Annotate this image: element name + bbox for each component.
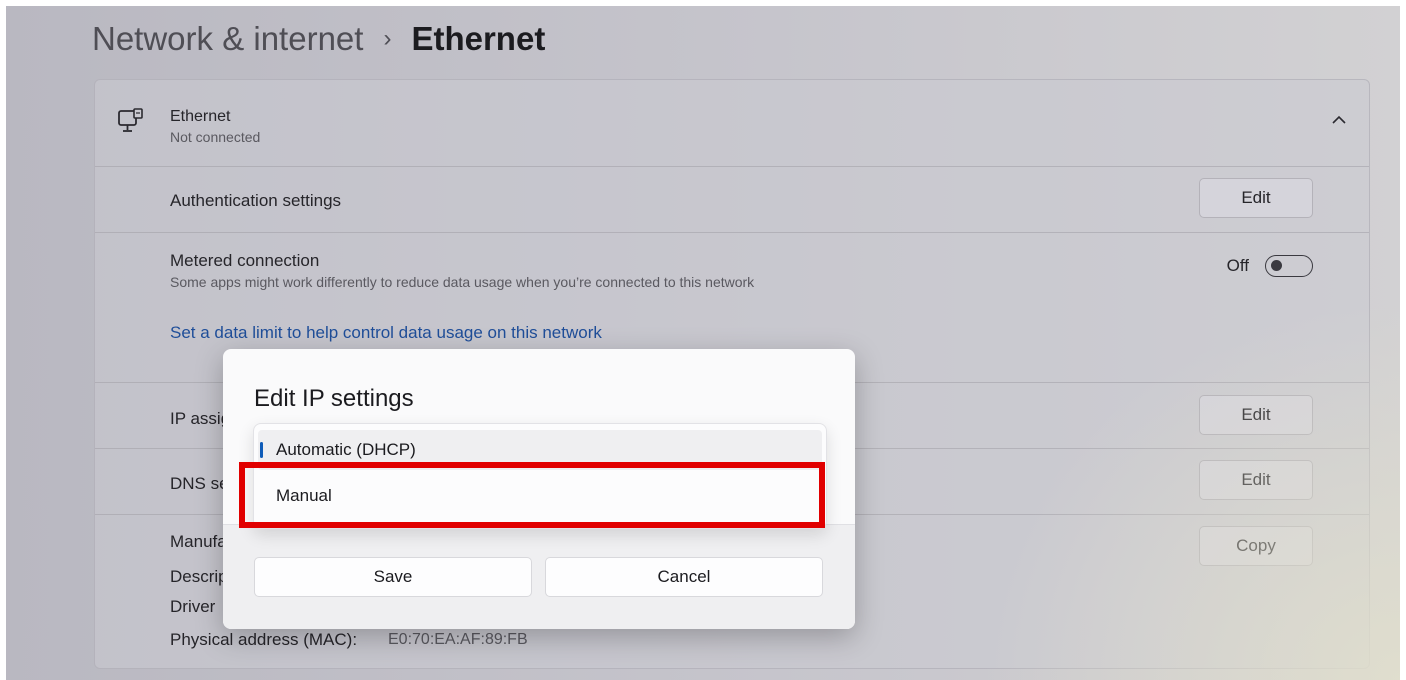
breadcrumb-separator: › [383,25,392,52]
ethernet-title: Ethernet [170,108,231,125]
selected-indicator [260,442,263,458]
dns-label: DNS se [170,474,229,493]
mac-value: E0:70:EA:AF:89:FB [388,631,528,648]
driver-version-label: Driver [170,597,216,616]
data-limit-link[interactable]: Set a data limit to help control data us… [170,323,602,343]
dns-edit-button[interactable]: Edit [1199,460,1313,500]
ethernet-header[interactable]: Ethernet Not connected [95,80,1369,166]
chevron-up-icon[interactable] [1329,110,1349,130]
metered-toggle-state: Off [1226,256,1249,275]
ethernet-icon [118,108,143,132]
metered-toggle-group: Off [1227,255,1313,277]
edit-ip-dialog: Edit IP settings Automatic (DHCP) Manual… [223,349,855,629]
ip-mode-dropdown[interactable]: Automatic (DHCP) Manual [253,423,827,529]
auth-settings-label: Authentication settings [170,191,342,210]
option-automatic-dhcp[interactable]: Automatic (DHCP) [258,430,822,470]
breadcrumb: Network & internet › Ethernet [92,14,545,64]
breadcrumb-parent[interactable]: Network & internet [92,20,363,58]
metered-toggle[interactable] [1265,255,1313,277]
save-button[interactable]: Save [254,557,532,597]
ip-edit-button[interactable]: Edit [1199,395,1313,435]
page-title: Ethernet [411,20,546,57]
manufacturer-label: Manufa [170,532,227,551]
copy-button[interactable]: Copy [1199,526,1313,566]
metered-label: Metered connection [170,251,320,270]
option-automatic-label: Automatic (DHCP) [276,440,416,459]
metered-description: Some apps might work differently to redu… [170,274,755,290]
auth-edit-button[interactable]: Edit [1199,178,1313,218]
description-label: Descrip [170,567,228,586]
cancel-button[interactable]: Cancel [545,557,823,597]
ethernet-status: Not connected [170,129,261,145]
option-manual-label: Manual [276,486,332,505]
mac-label: Physical address (MAC): [170,630,358,649]
ip-assignment-label: IP assig [170,409,231,428]
dialog-title: Edit IP settings [254,385,414,412]
toggle-knob [1271,260,1282,271]
option-manual[interactable]: Manual [258,476,822,516]
